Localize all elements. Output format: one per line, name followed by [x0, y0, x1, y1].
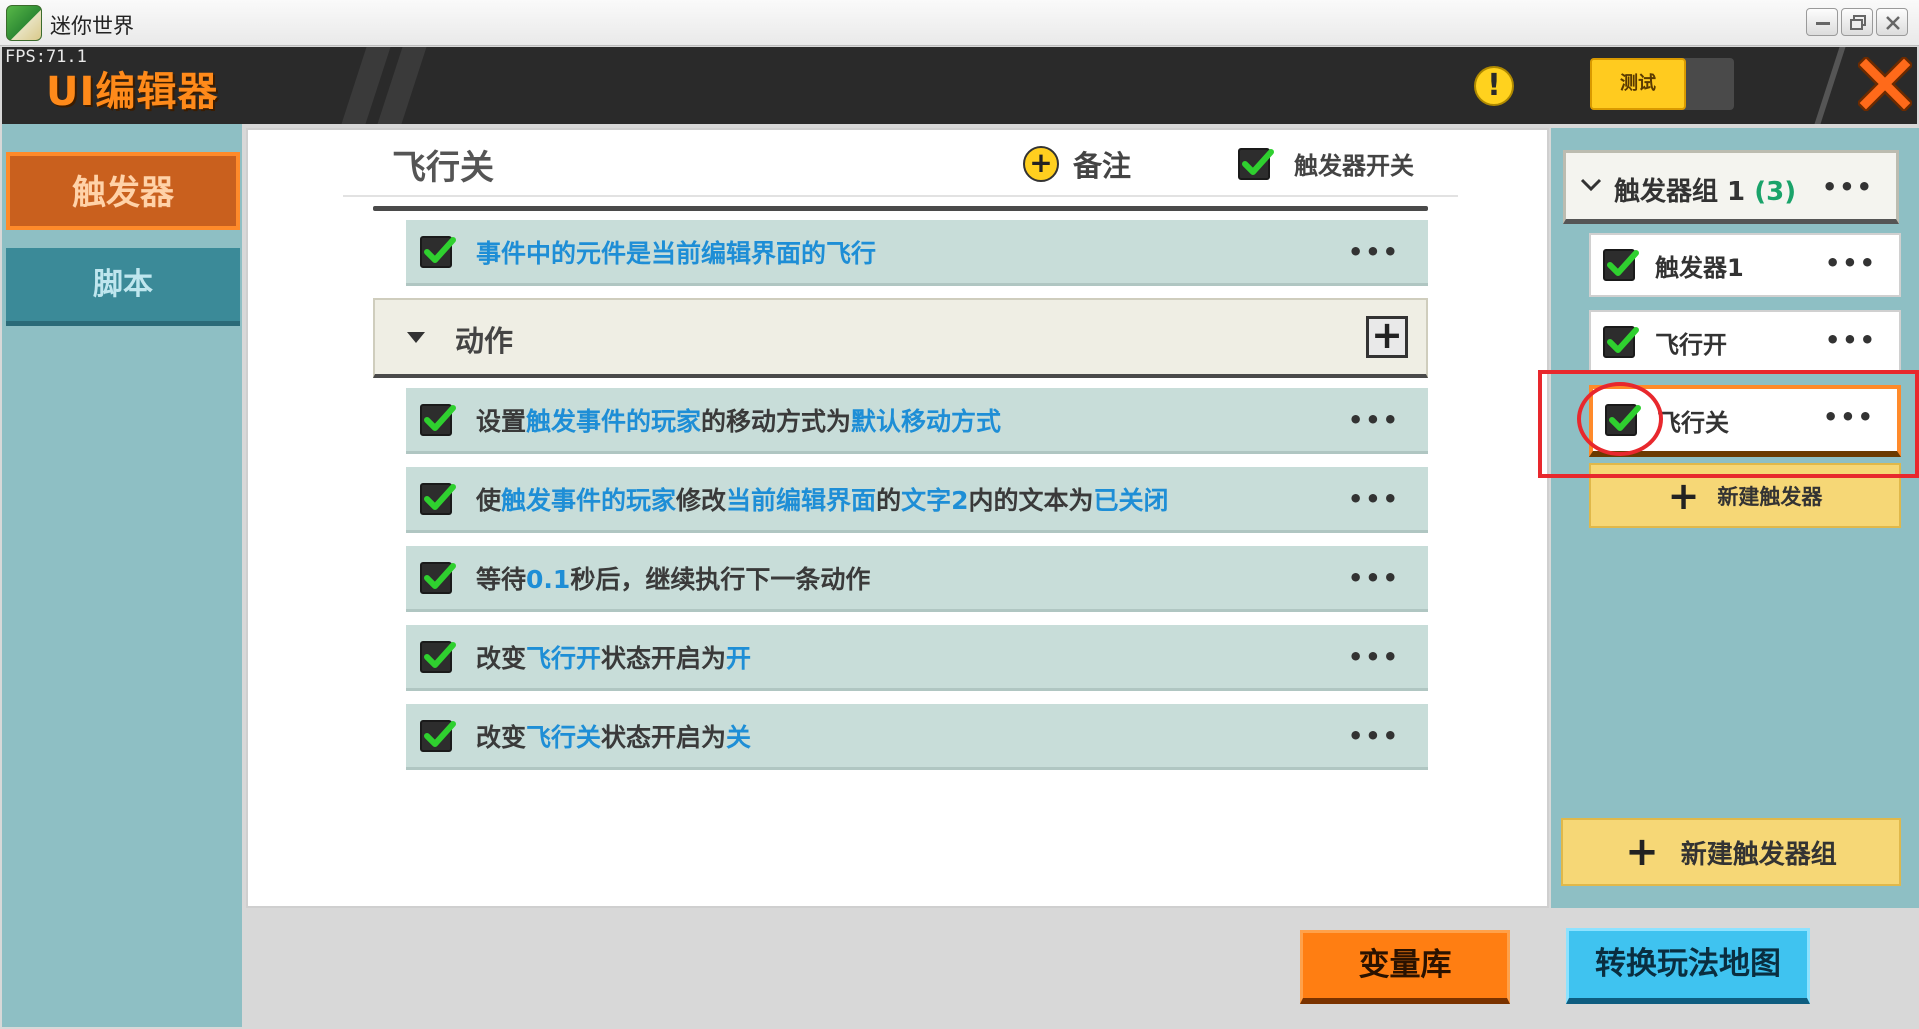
action-text: 改变飞行关状态开启为关 [476, 722, 752, 752]
checkbox-checked-icon[interactable] [1238, 147, 1274, 180]
trigger-item-label: 飞行开 [1655, 330, 1727, 359]
trigger-group-header[interactable]: 触发器组 1 (3) ••• [1563, 150, 1899, 224]
test-toggle[interactable]: 测试 [1590, 58, 1734, 110]
more-options-icon[interactable]: ••• [1822, 173, 1874, 201]
trigger-item[interactable]: 触发器1 ••• [1589, 233, 1901, 297]
minimize-button[interactable] [1806, 8, 1838, 36]
divider [373, 206, 1428, 211]
plus-icon: + [1625, 829, 1659, 875]
checkbox-checked-icon[interactable] [420, 561, 456, 594]
more-options-icon[interactable]: ••• [1348, 564, 1400, 592]
trigger-editor-panel: 飞行关 + 备注 触发器开关 事件中的元件是当前编辑界面的飞行 ••• 动作 +… [246, 128, 1549, 908]
window-title: 迷你世界 [50, 14, 134, 38]
action-text: 等待0.1秒后，继续执行下一条动作 [476, 564, 871, 594]
editor-header: FPS:71.1 UI编辑器 ! 测试 [2, 47, 1917, 124]
chevron-down-icon[interactable] [1580, 177, 1602, 193]
trigger-name[interactable]: 飞行关 [392, 140, 494, 189]
action-row[interactable]: 改变飞行开状态开启为开 ••• [406, 625, 1428, 691]
checkbox-checked-icon[interactable] [1603, 249, 1639, 281]
add-action-button[interactable]: + [1366, 316, 1408, 358]
new-trigger-group-button[interactable]: + 新建触发器组 [1561, 818, 1901, 886]
new-trigger-group-label: 新建触发器组 [1680, 839, 1837, 870]
action-section-label: 动作 [455, 324, 514, 358]
action-text: 改变飞行开状态开启为开 [476, 643, 752, 673]
convert-map-button[interactable]: 转换玩法地图 [1566, 928, 1810, 1004]
action-row[interactable]: 设置触发事件的玩家的移动方式为默认移动方式 ••• [406, 388, 1428, 454]
new-trigger-label: 新建触发器 [1717, 484, 1823, 509]
action-row[interactable]: 使触发事件的玩家修改当前编辑界面的文字2内的文本为已关闭 ••• [406, 467, 1428, 533]
tab-script[interactable]: 脚本 [6, 248, 240, 326]
header-decoration [1814, 47, 1846, 124]
trigger-group-label: 触发器组 1 (3) [1614, 177, 1797, 207]
more-options-icon[interactable]: ••• [1348, 485, 1400, 513]
trigger-list-panel: 触发器组 1 (3) ••• 触发器1 ••• 飞行开 ••• 飞行关 ••• … [1551, 128, 1919, 908]
checkbox-checked-icon[interactable] [1603, 326, 1639, 358]
plus-circle-icon: + [1023, 146, 1059, 182]
divider [343, 195, 1458, 197]
window-close-button[interactable] [1876, 8, 1908, 36]
restore-icon [1850, 15, 1866, 30]
more-options-icon[interactable]: ••• [1348, 238, 1400, 266]
more-options-icon[interactable]: ••• [1348, 406, 1400, 434]
trigger-switch-label: 触发器开关 [1294, 152, 1414, 180]
more-options-icon[interactable]: ••• [1348, 722, 1400, 750]
more-options-icon[interactable]: ••• [1825, 326, 1877, 354]
more-options-icon[interactable]: ••• [1348, 643, 1400, 671]
annotation-circle [1577, 382, 1663, 456]
checkbox-checked-icon[interactable] [420, 640, 456, 673]
condition-row[interactable]: 事件中的元件是当前编辑界面的飞行 ••• [406, 220, 1428, 286]
warning-icon[interactable]: ! [1474, 66, 1514, 106]
action-text: 使触发事件的玩家修改当前编辑界面的文字2内的文本为已关闭 [476, 485, 1169, 515]
checkbox-checked-icon[interactable] [420, 482, 456, 515]
checkbox-checked-icon[interactable] [420, 719, 456, 752]
tab-trigger[interactable]: 触发器 [6, 152, 240, 230]
restore-button[interactable] [1841, 8, 1873, 36]
trigger-item-label: 触发器1 [1655, 253, 1744, 282]
action-text: 设置触发事件的玩家的移动方式为默认移动方式 [476, 406, 1002, 436]
window-titlebar: 迷你世界 [0, 0, 1919, 46]
test-button[interactable]: 测试 [1590, 58, 1686, 110]
variables-library-button[interactable]: 变量库 [1300, 930, 1510, 1004]
trigger-item[interactable]: 飞行开 ••• [1589, 310, 1901, 374]
editor-close-icon[interactable] [1858, 57, 1912, 111]
checkbox-checked-icon[interactable] [420, 403, 456, 436]
page-title: UI编辑器 [46, 69, 219, 115]
collapse-arrow-icon[interactable] [407, 332, 425, 343]
more-options-icon[interactable]: ••• [1825, 249, 1877, 277]
action-section-header[interactable]: 动作 + [373, 298, 1428, 378]
plus-icon: + [1667, 473, 1700, 518]
action-row[interactable]: 等待0.1秒后，继续执行下一条动作 ••• [406, 546, 1428, 612]
add-note-button[interactable]: + 备注 [1023, 144, 1131, 184]
trigger-switch[interactable]: 触发器开关 [1238, 146, 1414, 181]
app-icon [6, 5, 42, 41]
close-icon [1886, 16, 1900, 30]
checkbox-checked-icon[interactable] [420, 235, 456, 268]
action-row[interactable]: 改变飞行关状态开启为关 ••• [406, 704, 1428, 770]
minimize-icon [1816, 22, 1830, 25]
note-label: 备注 [1073, 149, 1132, 183]
left-tab-panel: 触发器 脚本 [2, 124, 242, 1027]
condition-text: 事件中的元件是当前编辑界面的飞行 [476, 238, 877, 268]
